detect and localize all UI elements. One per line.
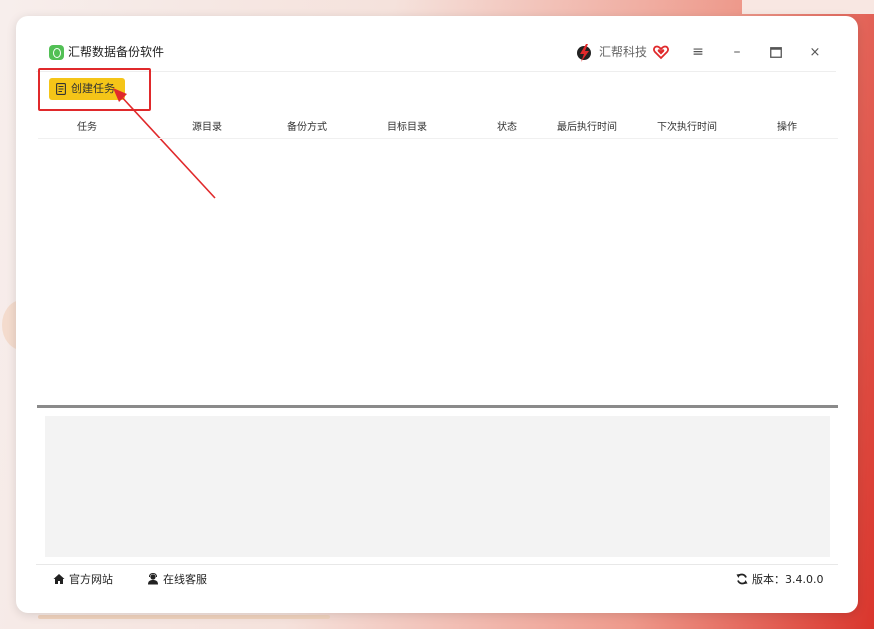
official-website-label: 官方网站: [69, 573, 113, 586]
brand-name[interactable]: 汇帮科技: [599, 45, 647, 60]
column-header-actions: 操作: [777, 122, 797, 133]
maximize-icon[interactable]: [766, 42, 786, 62]
task-table-body: [38, 139, 838, 404]
official-website-link[interactable]: 官方网站: [53, 571, 113, 587]
column-header-next-run: 下次执行时间: [657, 122, 717, 133]
column-header-last-run: 最后执行时间: [557, 122, 617, 133]
version-label: 版本：3.4.0.0: [752, 573, 824, 586]
column-header-source-dir: 源目录: [192, 122, 222, 133]
column-header-status: 状态: [497, 122, 517, 133]
create-task-label: 创建任务: [71, 82, 115, 95]
table-header: 任务 源目录 备份方式 目标目录 状态 最后执行时间 下次执行时间 操作: [38, 114, 838, 138]
minimize-icon[interactable]: –: [727, 42, 747, 62]
heart-icon[interactable]: [653, 44, 669, 60]
column-header-backup-mode: 备份方式: [287, 122, 327, 133]
brand-lightning-logo-icon: [577, 44, 591, 62]
title-bar: 汇帮数据备份软件 汇帮科技 ≡ – ×: [16, 16, 858, 72]
app-logo-icon: [49, 45, 64, 60]
footer-divider: [36, 564, 838, 565]
log-panel: [45, 416, 830, 557]
app-window: 汇帮数据备份软件 汇帮科技 ≡ – × 创建任务 任务 源目录 备份方式 目标目…: [16, 16, 858, 613]
close-icon[interactable]: ×: [805, 42, 825, 62]
online-service-link[interactable]: 在线客服: [147, 571, 207, 587]
version-info: 版本：3.4.0.0: [736, 571, 823, 587]
online-service-label: 在线客服: [163, 573, 207, 586]
column-header-task: 任务: [77, 122, 97, 133]
title-divider: [36, 71, 836, 72]
background-highlight: [742, 0, 874, 14]
create-task-button[interactable]: 创建任务: [49, 78, 125, 100]
customer-service-icon: [148, 573, 158, 585]
home-icon: [53, 574, 65, 584]
column-header-target-dir: 目标目录: [387, 122, 427, 133]
document-icon: [56, 83, 66, 95]
refresh-icon[interactable]: [736, 573, 748, 585]
menu-icon[interactable]: ≡: [688, 42, 708, 62]
panel-splitter[interactable]: [37, 405, 838, 408]
app-title: 汇帮数据备份软件: [68, 45, 165, 59]
background-bar: [38, 615, 330, 619]
